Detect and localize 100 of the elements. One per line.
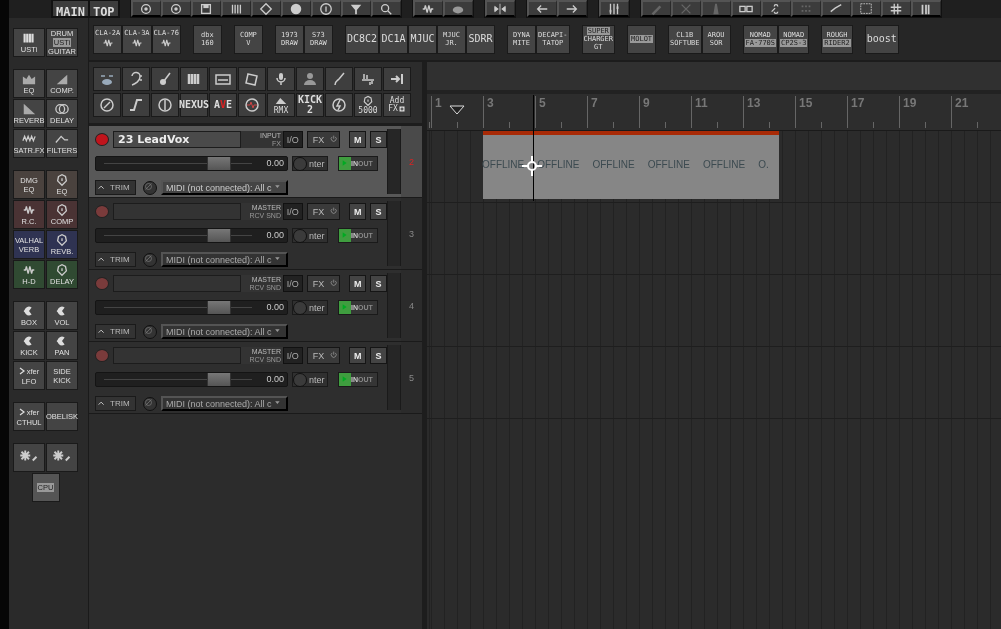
toolbar-button[interactable]	[484, 0, 515, 17]
record-arm-button[interactable]	[95, 133, 109, 146]
toolbar-button[interactable]	[760, 0, 791, 17]
toolbar-button[interactable]	[180, 67, 208, 91]
toolbar-button[interactable]	[325, 67, 353, 91]
toolbar-button[interactable]	[370, 0, 401, 17]
toolbar-button[interactable]	[383, 67, 411, 91]
solo-button[interactable]: S	[370, 347, 387, 364]
solo-button[interactable]: S	[370, 203, 387, 220]
toolbar-button[interactable]	[910, 0, 941, 17]
toolbar-button[interactable]	[556, 0, 587, 17]
toolbar-button[interactable]	[122, 67, 150, 91]
fx-button[interactable]: FX	[306, 131, 341, 148]
solo-button[interactable]: S	[370, 131, 387, 148]
midi-input-dropdown[interactable]: MIDI (not connected): All c	[161, 252, 288, 267]
trim-button[interactable]: TRIM	[95, 180, 136, 195]
plugin-button[interactable]: boost	[864, 24, 899, 54]
selection-icon	[859, 1, 874, 16]
toolbar-button[interactable]	[238, 67, 266, 91]
toolbar-button[interactable]	[354, 67, 382, 91]
slider-thumb[interactable]	[207, 229, 232, 242]
info-icon	[319, 1, 334, 16]
toolbar-button[interactable]	[598, 0, 629, 17]
edit-cursor-marker[interactable]	[449, 105, 465, 115]
plugin-button[interactable]	[13, 443, 45, 472]
power-icon	[329, 134, 340, 145]
toolbar-button[interactable]	[130, 0, 161, 17]
step-curve-icon	[128, 97, 144, 113]
solo-button[interactable]: S	[370, 275, 387, 292]
toolbar-button[interactable]	[220, 0, 251, 17]
trim-button[interactable]: TRIM	[95, 324, 136, 339]
toolbar-button[interactable]	[730, 0, 761, 17]
plugin-button[interactable]: MJUC	[408, 24, 437, 54]
search-icon	[379, 1, 394, 16]
toolbar-button[interactable]	[325, 93, 353, 117]
split-icon	[493, 1, 508, 16]
toolbar-button[interactable]	[526, 0, 557, 17]
fx-button[interactable]: FX	[306, 347, 341, 364]
mute-button[interactable]: M	[349, 347, 367, 364]
toolbar-button[interactable]	[280, 0, 311, 17]
bass-clef-icon	[128, 71, 144, 87]
toolbar-button[interactable]: 5000	[354, 93, 382, 117]
toolbar-button[interactable]	[310, 0, 341, 17]
toolbar-button[interactable]	[267, 67, 295, 91]
mountain-icon	[275, 95, 287, 107]
pan-knob[interactable]: nter	[292, 156, 328, 171]
volume-slider[interactable]: 0.00	[95, 228, 288, 243]
toolbar-button[interactable]	[122, 93, 150, 117]
toolbar-tab[interactable]: TOP	[88, 0, 119, 17]
toolbar-button[interactable]	[442, 0, 473, 17]
toolbar-button[interactable]	[880, 0, 911, 17]
toolbar-button[interactable]	[412, 0, 443, 17]
toolbar-tab[interactable]: MAIN	[52, 0, 89, 17]
fx-button[interactable]: FX	[306, 275, 341, 292]
toolbar-button[interactable]	[151, 67, 179, 91]
mute-button[interactable]: M	[349, 275, 367, 292]
slider-thumb[interactable]	[207, 373, 232, 386]
volume-slider[interactable]: 0.00	[95, 300, 288, 315]
volume-slider[interactable]: 0.00	[95, 372, 288, 387]
slider-thumb[interactable]	[207, 157, 232, 170]
midi-input-dropdown[interactable]: MIDI (not connected): All c	[161, 324, 288, 339]
pan-knob[interactable]: nter	[292, 372, 328, 387]
slider-thumb[interactable]	[207, 301, 232, 314]
toolbar-button[interactable]	[250, 0, 281, 17]
fx-button[interactable]: FX	[306, 203, 341, 220]
trim-button[interactable]: TRIM	[95, 252, 136, 267]
toolbar-button[interactable]	[160, 0, 191, 17]
plugin-button[interactable]: SDRR	[466, 24, 495, 54]
level-meter	[387, 345, 401, 410]
lightning-circle-icon	[331, 97, 347, 113]
toolbar-button[interactable]	[820, 0, 851, 17]
pan-knob[interactable]: nter	[292, 228, 328, 243]
midi-input-dropdown[interactable]: MIDI (not connected): All c	[161, 180, 288, 195]
mute-button[interactable]: M	[349, 131, 367, 148]
trim-button[interactable]: TRIM	[95, 396, 136, 411]
toolbar-button[interactable]	[850, 0, 881, 17]
toolbar-button[interactable]: KICK 2	[296, 93, 324, 117]
toolbar-button[interactable]: NEXUS	[180, 93, 208, 117]
toolbar-button[interactable]	[151, 93, 179, 117]
toolbar-button[interactable]: RMX	[267, 93, 295, 117]
arrow-to-line-icon	[389, 71, 405, 87]
toolbar-button[interactable]: Add FX	[383, 93, 411, 117]
toolbar-button[interactable]	[296, 67, 324, 91]
power-icon	[329, 350, 340, 361]
mute-button[interactable]: M	[349, 203, 367, 220]
toolbar-button[interactable]: AVE	[209, 93, 237, 117]
plugin-button[interactable]	[46, 443, 78, 472]
volume-slider[interactable]: 0.00	[95, 156, 288, 171]
plugin-button[interactable]: DC1A	[379, 24, 408, 54]
knob-icon	[55, 203, 69, 217]
toolbar-button[interactable]	[209, 67, 237, 91]
midi-input-dropdown[interactable]: MIDI (not connected): All c	[161, 396, 288, 411]
toolbar-button[interactable]	[190, 0, 221, 17]
toolbar-button[interactable]	[340, 0, 371, 17]
pan-knob[interactable]: nter	[292, 300, 328, 315]
toolbar-button[interactable]	[238, 93, 266, 117]
track-name-field[interactable]: 23 LeadVox	[113, 131, 242, 148]
toolbar-button[interactable]	[93, 67, 121, 91]
plugin-button[interactable]: DC8C2	[344, 24, 379, 54]
toolbar-button[interactable]	[93, 93, 121, 117]
